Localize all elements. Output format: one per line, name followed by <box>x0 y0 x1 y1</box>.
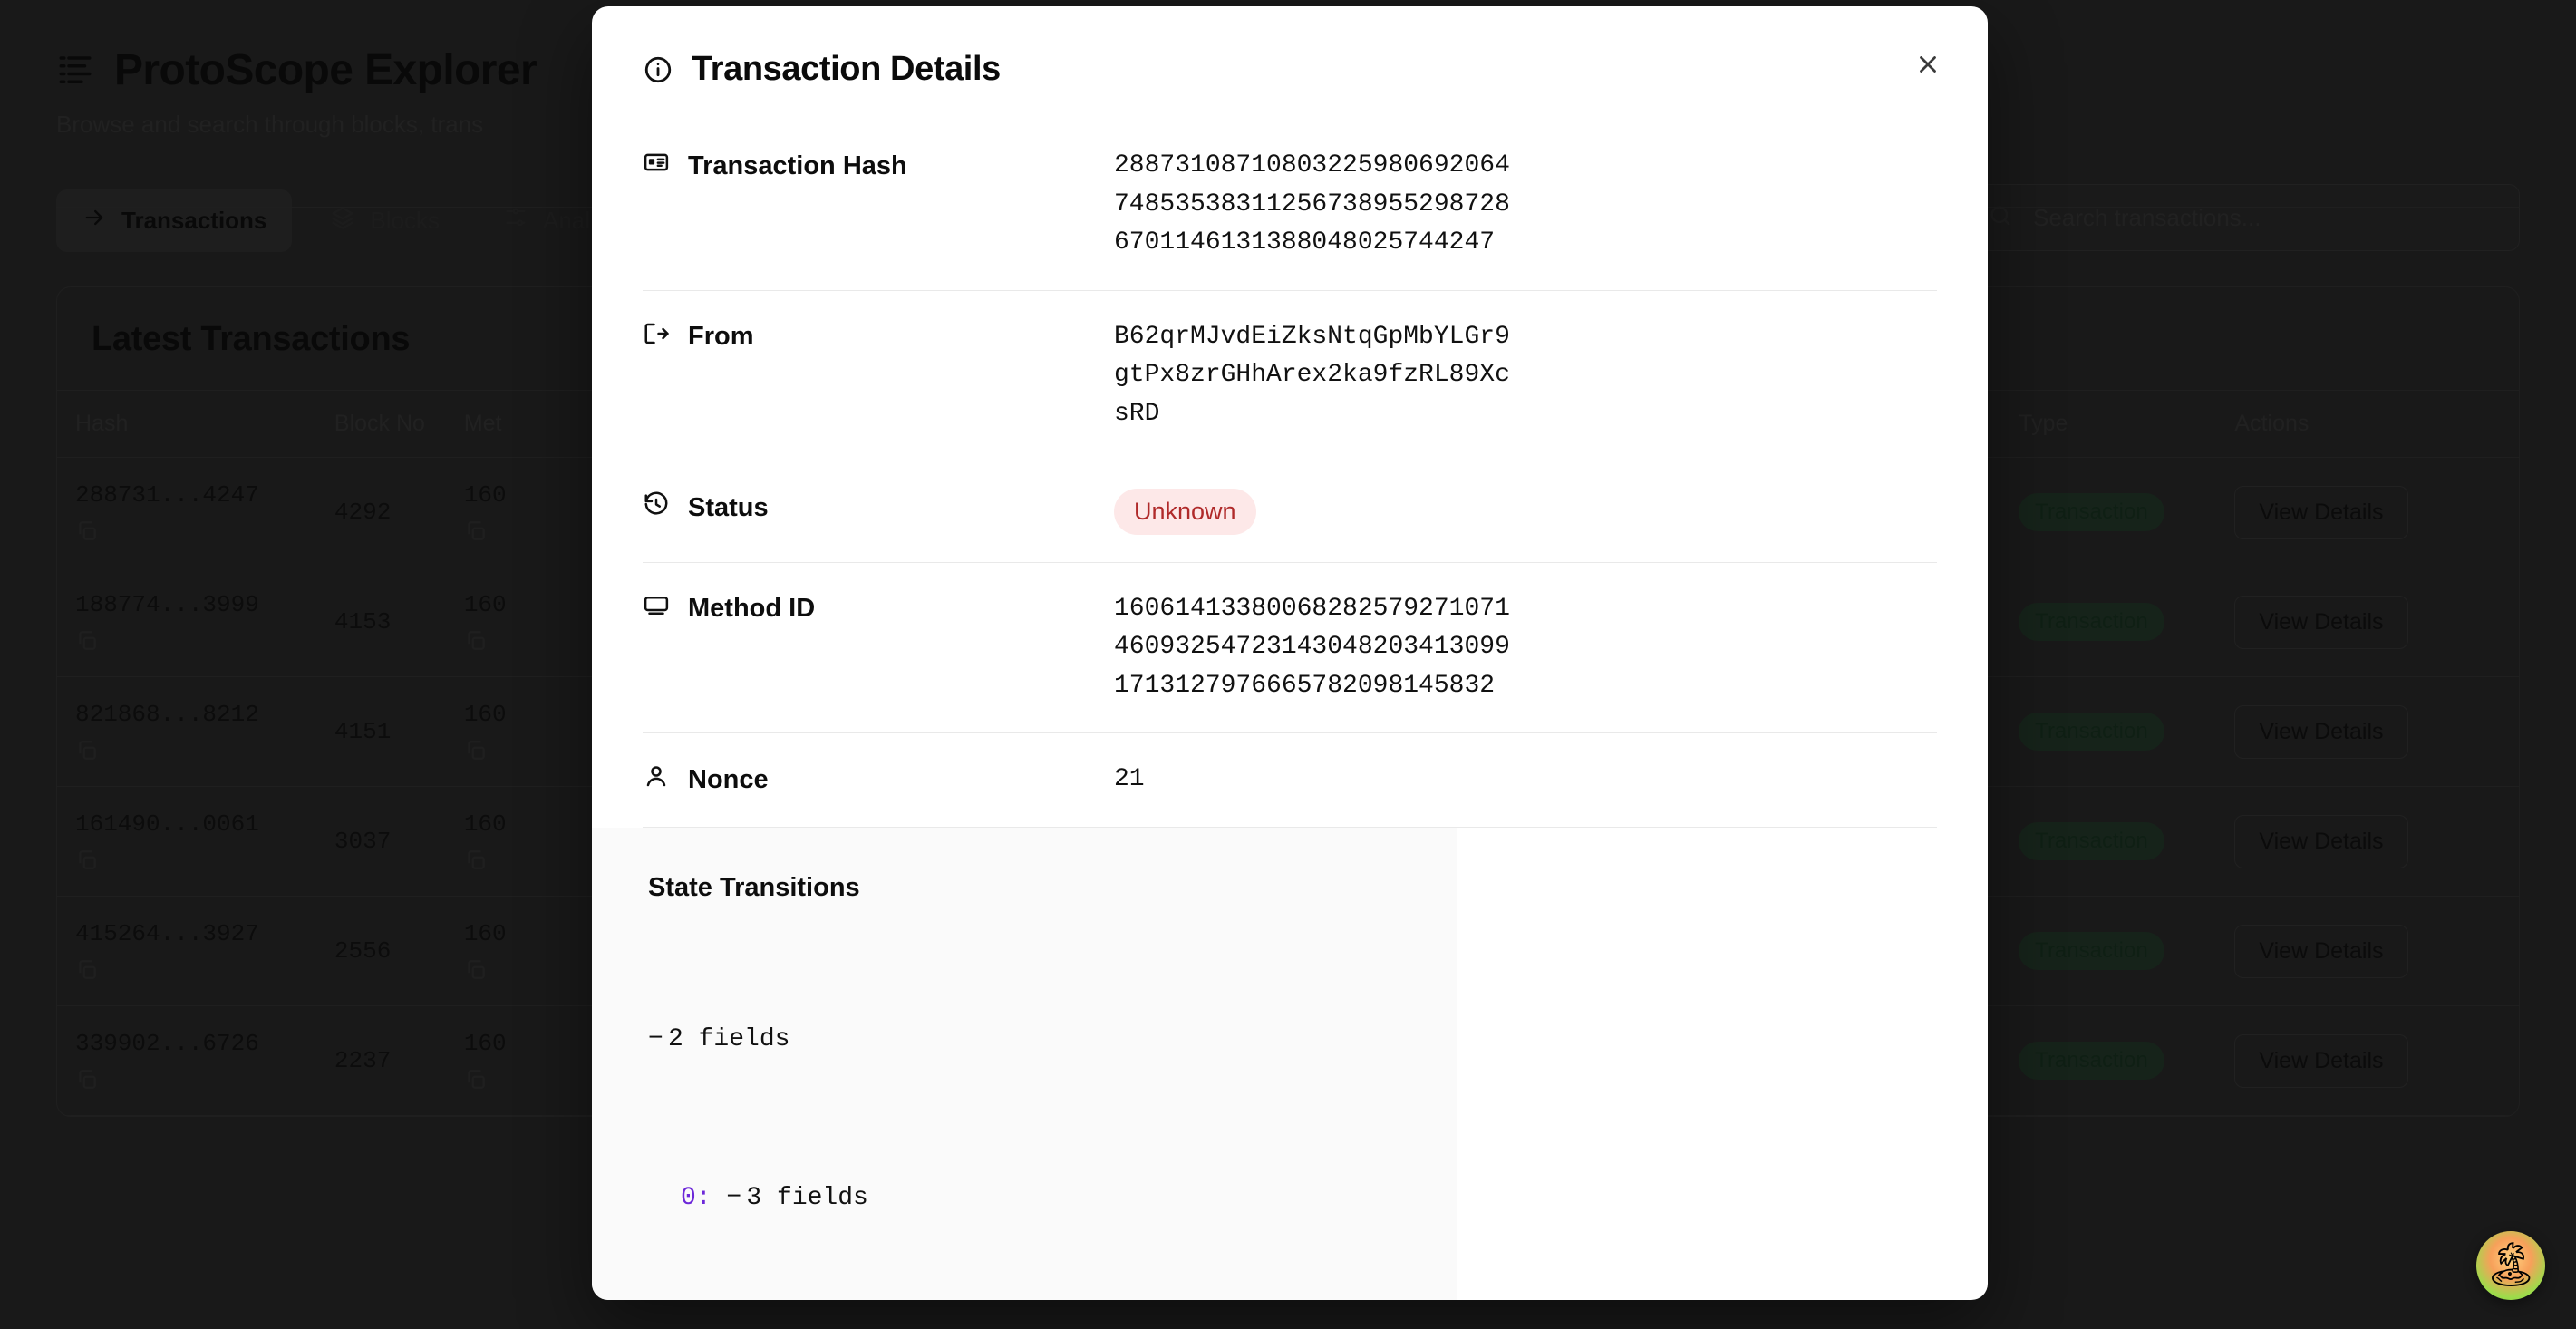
label-text: From <box>688 322 754 352</box>
status-badge: Unknown <box>1114 489 1256 535</box>
value-status: Unknown <box>1114 489 1256 535</box>
modal-body: Transaction Hash 28873108710803225980692… <box>592 120 1988 1300</box>
field-nonce: Nonce 21 <box>643 733 1937 828</box>
user-icon <box>643 762 670 797</box>
json-entry-row[interactable]: 0: − 3 fields <box>648 1179 1457 1218</box>
json-entry-label: 3 fields <box>746 1183 868 1212</box>
field-label-from: From <box>643 318 1114 354</box>
field-method-id: Method ID 160614133800682825792710714609… <box>643 563 1937 734</box>
label-text: Status <box>688 492 769 522</box>
json-viewer: − 2 fields 0: − 3 fields path: "14462080… <box>648 941 1457 1300</box>
value-method-id: 1606141338006828257927107146093254723143… <box>1114 594 1510 700</box>
label-text: Transaction Hash <box>688 150 907 180</box>
history-icon <box>643 490 670 525</box>
json-root-label: 2 fields <box>668 1025 790 1054</box>
field-status: Status Unknown <box>643 461 1937 563</box>
field-transaction-hash: Transaction Hash 28873108710803225980692… <box>643 120 1937 291</box>
id-card-icon <box>643 149 670 183</box>
json-root-row[interactable]: − 2 fields <box>648 1020 1457 1060</box>
monitor-icon <box>643 592 670 626</box>
field-from: From B62qrMJvdEiZksNtqGpMbYLGr9gtPx8zrGH… <box>643 291 1937 462</box>
field-label-status: Status <box>643 489 1114 525</box>
label-text: Method ID <box>688 594 816 624</box>
collapse-toggle-icon[interactable]: − <box>648 1020 668 1060</box>
log-out-icon <box>643 320 670 354</box>
json-index: 0: <box>681 1183 712 1212</box>
value-transaction-hash: 2887310871080322598069206474853538311256… <box>1114 151 1510 257</box>
label-text: Nonce <box>688 764 769 794</box>
collapse-toggle-icon[interactable]: − <box>726 1179 746 1218</box>
field-label-transaction-hash: Transaction Hash <box>643 147 1114 183</box>
modal-header: Transaction Details <box>592 6 1988 120</box>
modal-title: Transaction Details <box>692 50 1001 88</box>
island-icon: 🏝 <box>2483 1241 2539 1289</box>
close-icon[interactable] <box>1906 43 1950 86</box>
field-label-method-id: Method ID <box>643 590 1114 626</box>
island-avatar-button[interactable]: 🏝 <box>2476 1231 2545 1300</box>
state-transitions-section: State Transitions − 2 fields 0: − 3 fiel… <box>592 827 1457 1300</box>
transaction-details-modal: Transaction Details Transaction Hash 288… <box>592 6 1988 1300</box>
state-transitions-title: State Transitions <box>648 872 860 902</box>
value-from: B62qrMJvdEiZksNtqGpMbYLGr9gtPx8zrGHhArex… <box>1114 322 1510 428</box>
field-label-nonce: Nonce <box>643 761 1114 797</box>
value-nonce: 21 <box>1114 765 1145 794</box>
info-circle-icon <box>643 54 673 85</box>
